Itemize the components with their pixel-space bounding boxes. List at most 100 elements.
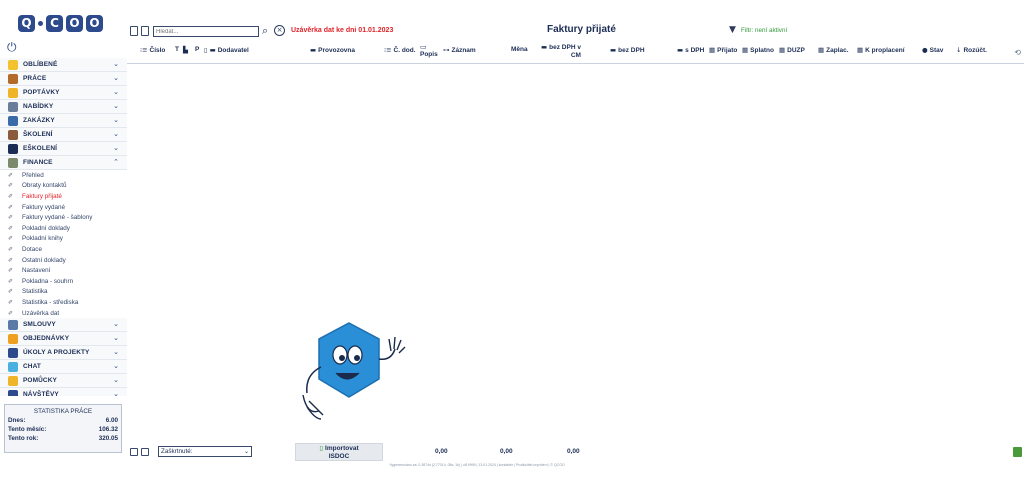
sidebar-section[interactable]: OBLÍBENÉ ⌄ bbox=[0, 58, 127, 72]
pencil-icon: ✐ bbox=[8, 171, 14, 179]
sidebar-item[interactable]: ✐ Dotace bbox=[0, 244, 127, 255]
app-logo[interactable]: Q C O O bbox=[18, 12, 103, 34]
column-header-with-vat[interactable]: ▬ s DPH bbox=[677, 46, 704, 54]
chat-icon bbox=[8, 361, 18, 372]
column-header-p[interactable]: P bbox=[195, 46, 199, 53]
column-header-record[interactable]: ⊶ Záznam bbox=[443, 46, 476, 54]
sidebar-item[interactable]: ✐ Přehled bbox=[0, 170, 127, 181]
new-document-icon[interactable] bbox=[130, 26, 138, 36]
excel-export-icon[interactable] bbox=[1013, 447, 1022, 457]
clear-search-icon[interactable]: × bbox=[274, 25, 285, 36]
chevron-down-icon[interactable]: ⌄ bbox=[113, 60, 119, 68]
chevron-down-icon[interactable]: ⌄ bbox=[113, 320, 119, 328]
uncheck-all-checkbox[interactable] bbox=[141, 448, 149, 456]
sidebar-item[interactable]: ✐ Ostatní doklady bbox=[0, 255, 127, 266]
chevron-up-icon[interactable]: ⌃ bbox=[113, 158, 119, 166]
check-all-checkbox[interactable] bbox=[130, 448, 138, 456]
bottom-toolbar: Zaškrtnuté: ⌄ ▯ Importovat ISDOC 0,00 0,… bbox=[127, 443, 1024, 461]
stat-value: 6.00 bbox=[105, 417, 118, 424]
search-input[interactable] bbox=[153, 26, 259, 37]
pencil-icon: ✐ bbox=[8, 235, 14, 243]
column-header-to-pay[interactable]: ▦ K proplacení bbox=[857, 46, 905, 54]
sidebar-section[interactable]: ÚKOLY A PROJEKTY ⌄ bbox=[0, 346, 127, 361]
visitor-icon bbox=[8, 389, 18, 396]
sidebar-section-label: eŠKOLENÍ bbox=[23, 145, 58, 152]
chevron-down-icon[interactable]: ⌄ bbox=[113, 130, 119, 138]
pencil-icon: ✐ bbox=[8, 192, 14, 200]
chevron-down-icon[interactable]: ⌄ bbox=[113, 390, 119, 396]
document-list-icon[interactable] bbox=[141, 26, 149, 36]
sidebar-item[interactable]: ✐ Obraty kontaktů bbox=[0, 181, 127, 192]
column-header-duzp[interactable]: ▦ DUZP bbox=[779, 46, 805, 54]
power-icon[interactable]: ⏻ bbox=[7, 41, 19, 53]
data-closing-notice: Uzávěrka dat ke dni 01.01.2023 bbox=[291, 27, 394, 34]
import-isdoc-button[interactable]: ▯ Importovat ISDOC bbox=[295, 443, 383, 461]
sidebar-item[interactable]: ✐ Pokladna - souhrn bbox=[0, 276, 127, 287]
column-header-without-vat-cm[interactable]: ▬ bez DPH v CM bbox=[541, 43, 581, 60]
column-header-attachment[interactable]: ▙ bbox=[183, 46, 190, 54]
pencil-icon: ✐ bbox=[8, 245, 14, 253]
sidebar-section[interactable]: CHAT ⌄ bbox=[0, 360, 127, 375]
sidebar-section[interactable]: POPTÁVKY ⌄ bbox=[0, 86, 127, 100]
column-header-received[interactable]: ▦ Přijato bbox=[709, 46, 737, 54]
mascot-eye-right bbox=[347, 345, 363, 365]
sidebar-section[interactable]: POMŮCKY ⌄ bbox=[0, 374, 127, 389]
sidebar-section[interactable]: SMLOUVY ⌄ bbox=[0, 318, 127, 333]
sidebar-item[interactable]: ✐ Faktury vydané bbox=[0, 202, 127, 213]
sidebar-item-label: Faktury přijaté bbox=[22, 192, 62, 200]
sidebar-section[interactable]: OBJEDNÁVKY ⌄ bbox=[0, 332, 127, 347]
work-stats-row: Tento rok: 320.05 bbox=[5, 435, 121, 442]
selection-action-select[interactable]: Zaškrtnuté: ⌄ bbox=[158, 446, 252, 457]
column-header-number[interactable]: ⁝≡ Číslo bbox=[140, 46, 165, 54]
column-header-paid[interactable]: ▦ Zaplac. bbox=[818, 46, 849, 54]
sidebar-section[interactable]: PRÁCE ⌄ bbox=[0, 72, 127, 86]
sidebar-section[interactable]: NÁVŠTĚVY ⌄ bbox=[0, 388, 127, 396]
chevron-down-icon[interactable]: ⌄ bbox=[113, 74, 119, 82]
sidebar-section-label: NÁVŠTĚVY bbox=[23, 391, 59, 396]
column-header-branch[interactable]: ▬ Provozovna bbox=[310, 46, 355, 54]
column-header-status[interactable]: ● Stav bbox=[922, 46, 943, 54]
sidebar-item[interactable]: ✐ Faktury vydané - šablony bbox=[0, 212, 127, 223]
graduation-cap-icon bbox=[8, 143, 18, 154]
sidebar-section[interactable]: NABÍDKY ⌄ bbox=[0, 100, 127, 114]
sidebar-item[interactable]: ✐ Pokladní doklady bbox=[0, 223, 127, 234]
monitor-icon bbox=[8, 115, 18, 126]
sidebar-item[interactable]: ✐ Faktury přijaté bbox=[0, 191, 127, 202]
column-header-split[interactable]: ↓ Rozúčt. bbox=[956, 46, 987, 54]
sidebar-item[interactable]: ✐ Uzávěrka dat bbox=[0, 308, 127, 319]
column-header-without-vat[interactable]: ▬ bez DPH bbox=[610, 46, 645, 54]
search-icon[interactable]: ⌕ bbox=[262, 24, 268, 38]
filter-status[interactable]: Filtr: není aktivní bbox=[741, 27, 787, 34]
handshake-icon bbox=[8, 319, 18, 330]
chevron-down-icon[interactable]: ⌄ bbox=[113, 348, 119, 356]
column-header-description[interactable]: ▭ Popis bbox=[420, 43, 438, 58]
sidebar-section[interactable]: ZAKÁZKY ⌄ bbox=[0, 114, 127, 128]
sidebar-item[interactable]: ✐ Nastavení bbox=[0, 265, 127, 276]
total-without-vat: 0,00 bbox=[500, 448, 513, 455]
chevron-down-icon[interactable]: ⌄ bbox=[113, 88, 119, 96]
chevron-down-icon[interactable]: ⌄ bbox=[113, 144, 119, 152]
chevron-down-icon[interactable]: ⌄ bbox=[113, 102, 119, 110]
tools-icon bbox=[8, 375, 18, 386]
column-settings-icon[interactable]: ⟲ bbox=[1014, 48, 1021, 57]
column-header-currency[interactable]: Měna bbox=[511, 46, 528, 53]
banknote-icon: ▬ bbox=[541, 43, 548, 51]
chevron-down-icon[interactable]: ⌄ bbox=[113, 362, 119, 370]
column-header-due[interactable]: ▦ Splatno bbox=[742, 46, 774, 54]
banknote-icon: ▬ bbox=[610, 46, 617, 54]
column-header-type[interactable]: T bbox=[175, 46, 179, 53]
sidebar-section[interactable]: FINANCE ⌃ bbox=[0, 156, 127, 170]
filter-icon[interactable]: ▼ bbox=[729, 25, 736, 35]
chevron-down-icon[interactable]: ⌄ bbox=[113, 334, 119, 342]
column-header-supplier-number[interactable]: ⁝≡ Č. dod. bbox=[384, 46, 416, 54]
column-header-supplier[interactable]: ▯ ▬ Dodavatel bbox=[204, 46, 249, 54]
chevron-down-icon[interactable]: ⌄ bbox=[113, 116, 119, 124]
sidebar-item[interactable]: ✐ Pokladní knihy bbox=[0, 234, 127, 245]
chevron-down-icon[interactable]: ⌄ bbox=[113, 376, 119, 384]
stat-label: Tento rok: bbox=[8, 435, 39, 442]
sidebar-section[interactable]: eŠKOLENÍ ⌄ bbox=[0, 142, 127, 156]
sidebar-item[interactable]: ✐ Statistika bbox=[0, 287, 127, 298]
clipboard-icon bbox=[8, 101, 18, 112]
sidebar-section[interactable]: ŠKOLENÍ ⌄ bbox=[0, 128, 127, 142]
sidebar-item[interactable]: ✐ Statistika - střediska bbox=[0, 297, 127, 308]
